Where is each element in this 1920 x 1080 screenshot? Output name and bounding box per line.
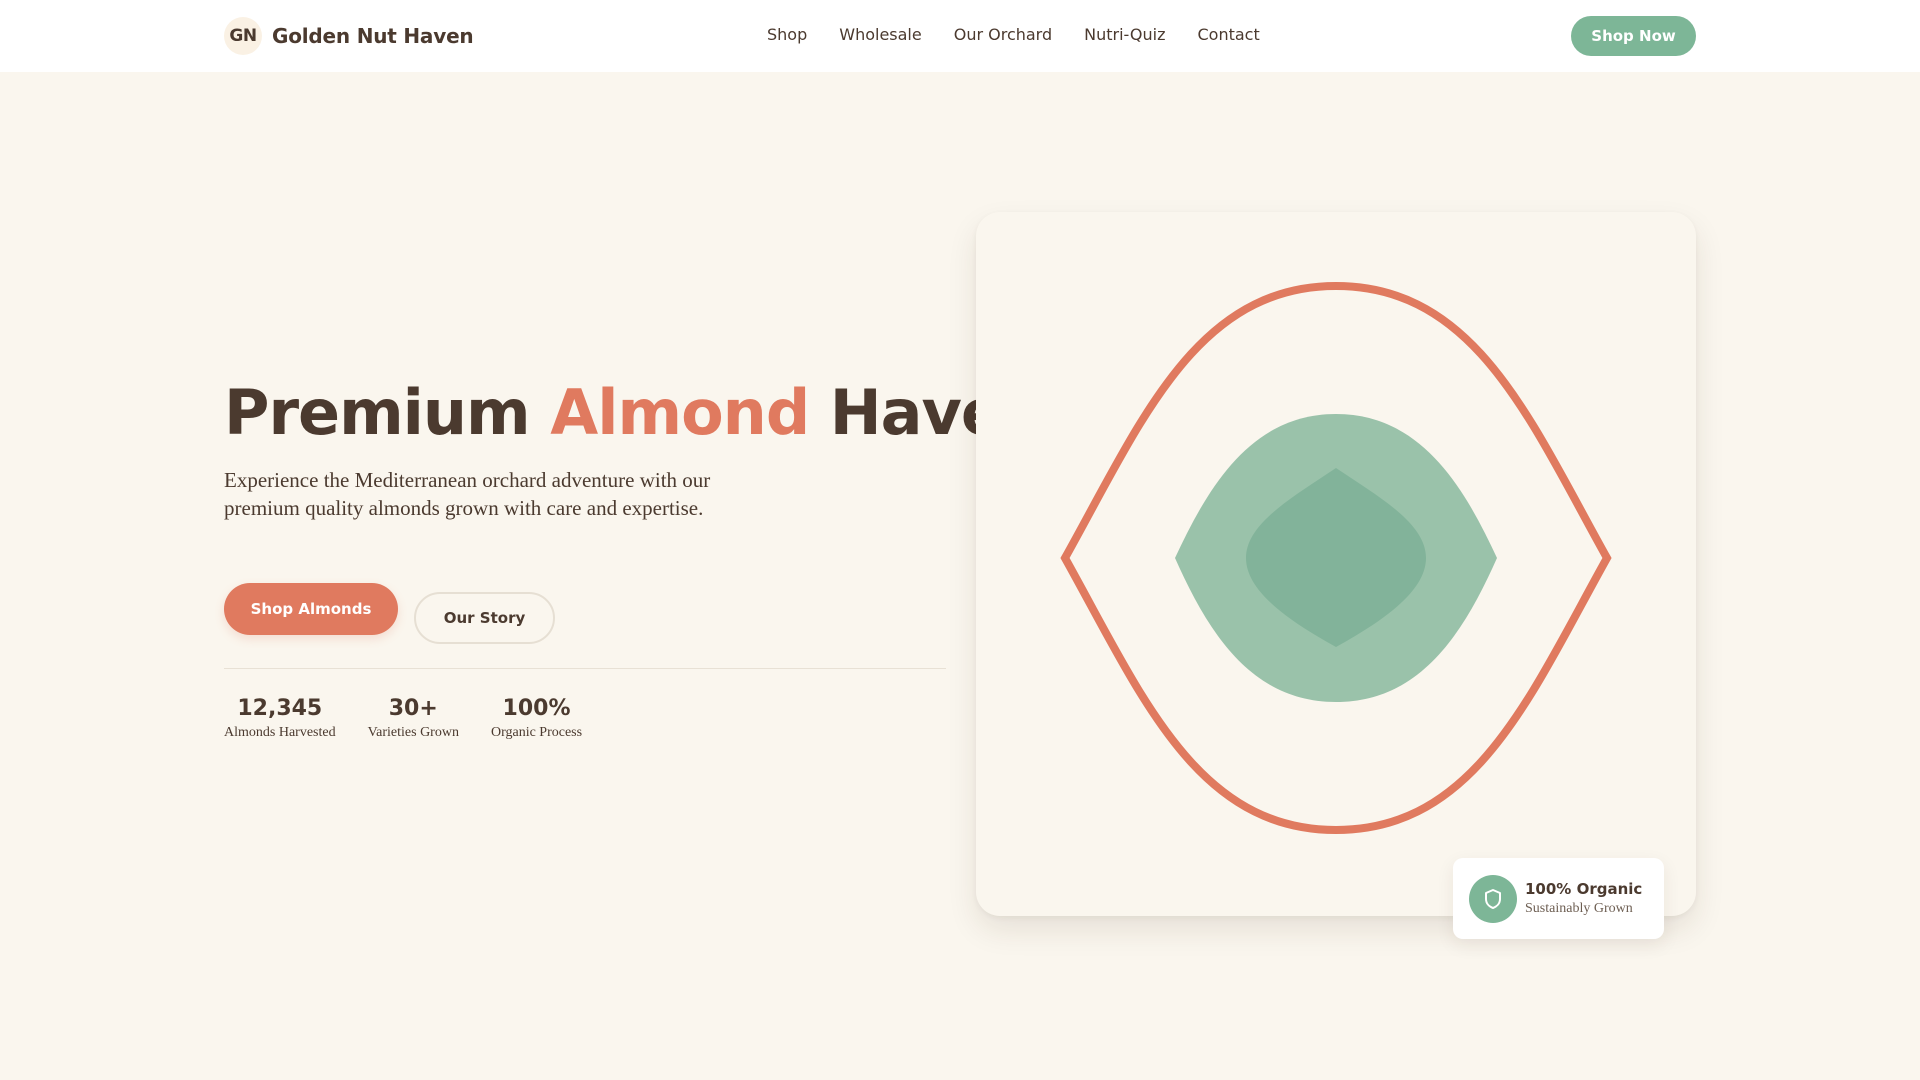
hero-image-card bbox=[976, 212, 1696, 916]
main-nav: Shop Wholesale Our Orchard Nutri-Quiz Co… bbox=[767, 25, 1260, 44]
hero-description: Experience the Mediterranean orchard adv… bbox=[224, 468, 711, 520]
stat-label: Varieties Grown bbox=[367, 725, 459, 740]
badge-text: 100% Organic Sustainably Grown bbox=[1525, 879, 1642, 919]
almond-illustration bbox=[1060, 281, 1612, 835]
stat-value: 12,345 bbox=[237, 696, 323, 721]
logo-badge: GN bbox=[224, 17, 262, 55]
divider bbox=[224, 668, 946, 669]
nav-our-orchard[interactable]: Our Orchard bbox=[954, 25, 1052, 44]
our-story-button[interactable]: Our Story bbox=[414, 592, 555, 644]
shop-now-button[interactable]: Shop Now bbox=[1571, 16, 1696, 56]
hero-title: Premium Almond Haven bbox=[224, 376, 1046, 449]
nav-shop[interactable]: Shop bbox=[767, 25, 807, 44]
stat-label: Organic Process bbox=[490, 725, 583, 740]
nav-wholesale[interactable]: Wholesale bbox=[839, 25, 921, 44]
nav-contact[interactable]: Contact bbox=[1197, 25, 1259, 44]
organic-badge: 100% Organic Sustainably Grown bbox=[1453, 858, 1664, 939]
badge-subtitle: Sustainably Grown bbox=[1525, 900, 1633, 916]
site-header: GN Golden Nut Haven Shop Wholesale Our O… bbox=[0, 0, 1920, 72]
stat-varieties-grown: 30+ Varieties Grown bbox=[368, 695, 459, 741]
hero-title-accent: Almond bbox=[550, 376, 810, 449]
nav-nutri-quiz[interactable]: Nutri-Quiz bbox=[1084, 25, 1165, 44]
shield-icon-glyph bbox=[1485, 888, 1501, 909]
shop-almonds-button[interactable]: Shop Almonds bbox=[224, 583, 398, 635]
shield-icon bbox=[1469, 874, 1517, 923]
stat-value: 100% bbox=[502, 696, 571, 721]
badge-title: 100% Organic bbox=[1525, 879, 1643, 898]
hero-title-part1: Premium bbox=[224, 376, 551, 449]
hero-stats: 12,345 Almonds Harvested 30+ Varieties G… bbox=[224, 695, 582, 741]
stat-almonds-harvested: 12,345 Almonds Harvested bbox=[224, 695, 336, 741]
brand-name: Golden Nut Haven bbox=[272, 24, 474, 48]
stat-value: 30+ bbox=[388, 696, 438, 721]
stat-organic-process: 100% Organic Process bbox=[491, 695, 582, 741]
stat-label: Almonds Harvested bbox=[224, 725, 336, 740]
brand-logo[interactable]: GN Golden Nut Haven bbox=[224, 17, 474, 55]
